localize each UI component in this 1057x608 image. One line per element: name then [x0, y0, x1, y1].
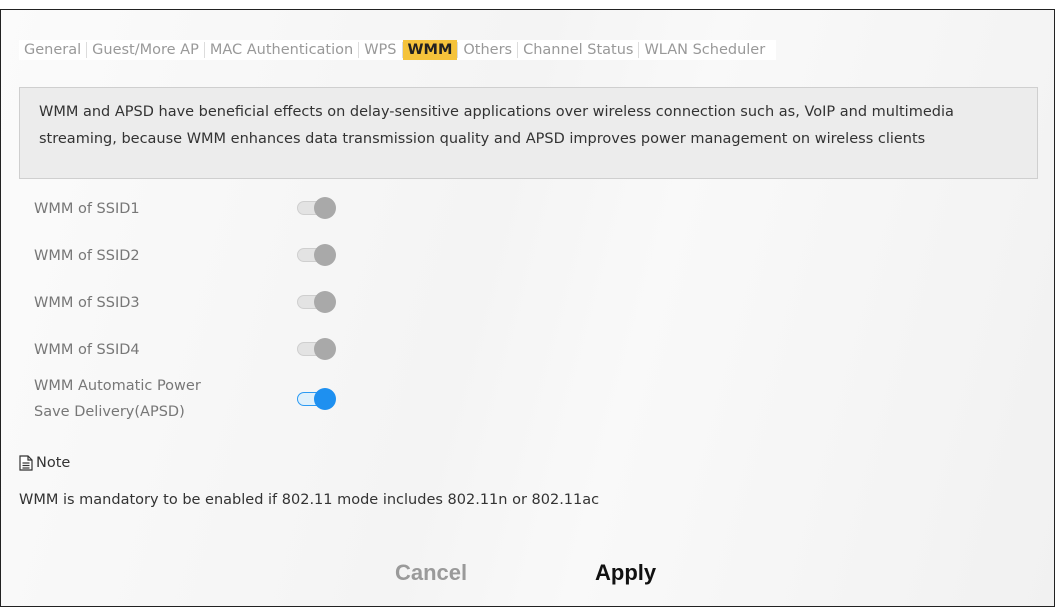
wmm-ssid3-toggle[interactable] — [297, 291, 337, 313]
note-title: Note — [36, 455, 71, 471]
tab-channel-status[interactable]: Channel Status — [518, 40, 638, 60]
tab-bar: General Guest/More AP MAC Authentication… — [19, 40, 777, 60]
apply-button[interactable]: Apply — [593, 556, 665, 590]
tab-wmm[interactable]: WMM — [402, 40, 458, 60]
apsd-toggle[interactable] — [297, 388, 337, 410]
wmm-ssid1-toggle[interactable] — [297, 197, 337, 219]
tab-general[interactable]: General — [19, 40, 86, 60]
wmm-ssid2-label: WMM of SSID2 — [34, 248, 140, 264]
tab-wlan-scheduler[interactable]: WLAN Scheduler — [639, 40, 770, 60]
cancel-button[interactable]: Cancel — [393, 556, 474, 590]
wmm-ssid4-toggle[interactable] — [297, 338, 337, 360]
wmm-panel: General Guest/More AP MAC Authentication… — [0, 9, 1055, 607]
apsd-label-line2: Save Delivery(APSD) — [34, 404, 185, 420]
note-heading: Note — [19, 455, 70, 471]
apsd-label-line1: WMM Automatic Power — [34, 378, 201, 394]
tab-mac-authentication[interactable]: MAC Authentication — [205, 40, 358, 60]
description-box: WMM and APSD have beneficial effects on … — [19, 87, 1038, 179]
note-icon — [19, 455, 33, 471]
tab-others[interactable]: Others — [458, 40, 517, 60]
wmm-ssid4-label: WMM of SSID4 — [34, 342, 140, 358]
wmm-ssid3-label: WMM of SSID3 — [34, 295, 140, 311]
tab-wps[interactable]: WPS — [359, 40, 401, 60]
tab-guest-more-ap[interactable]: Guest/More AP — [87, 40, 204, 60]
wmm-ssid1-label: WMM of SSID1 — [34, 201, 140, 217]
note-text: WMM is mandatory to be enabled if 802.11… — [19, 492, 600, 508]
wmm-ssid2-toggle[interactable] — [297, 244, 337, 266]
